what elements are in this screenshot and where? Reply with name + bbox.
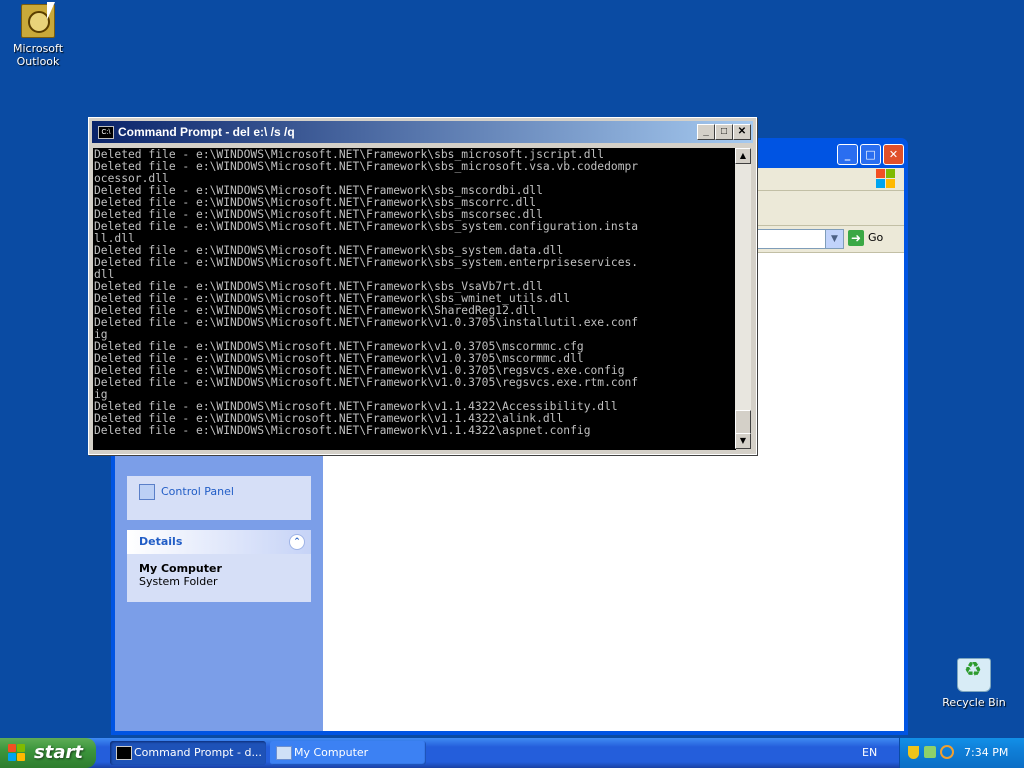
security-shield-icon[interactable]: [908, 746, 919, 759]
console-line: Deleted file - e:\WINDOWS\Microsoft.NET\…: [94, 424, 591, 437]
console-line: Deleted file - e:\WINDOWS\Microsoft.NET\…: [94, 376, 639, 389]
search-icon[interactable]: [940, 745, 954, 759]
recycle-bin-label: Recycle Bin: [942, 696, 1006, 709]
console-scrollbar[interactable]: ▲ ▼: [735, 148, 751, 449]
cmd-title: Command Prompt - del e:\ /s /q: [118, 125, 295, 139]
details-header-label: Details: [139, 535, 183, 548]
clock[interactable]: 7:34 PM: [964, 738, 1008, 768]
cmd-maximize-button[interactable]: □: [715, 124, 733, 140]
go-button[interactable]: ➜ Go: [848, 229, 898, 247]
control-panel-link[interactable]: Control Panel: [127, 476, 311, 506]
go-label: Go: [868, 231, 884, 244]
scroll-thumb[interactable]: [735, 410, 751, 434]
task-command-prompt[interactable]: Command Prompt - d...: [110, 741, 266, 765]
console-line: Deleted file - e:\WINDOWS\Microsoft.NET\…: [94, 256, 639, 269]
go-arrow-icon: ➜: [848, 230, 864, 246]
details-panel: Details ⌃ My Computer System Folder: [127, 530, 311, 602]
cmd-minimize-button[interactable]: _: [697, 124, 715, 140]
control-panel-icon: [139, 484, 155, 500]
outlook-label-line2: Outlook: [16, 55, 60, 68]
details-header[interactable]: Details ⌃: [127, 530, 311, 554]
language-indicator[interactable]: EN: [862, 738, 877, 768]
outlook-label-line1: Microsoft: [12, 42, 64, 55]
cmd-title-bar[interactable]: C:\ Command Prompt - del e:\ /s /q _ □ ✕: [92, 121, 753, 143]
cmd-close-button[interactable]: ✕: [733, 124, 751, 140]
console-line: Deleted file - e:\WINDOWS\Microsoft.NET\…: [94, 160, 639, 173]
chevron-down-icon[interactable]: ▼: [825, 229, 844, 249]
start-button[interactable]: start: [0, 738, 96, 768]
desktop-icon-outlook[interactable]: Microsoft Outlook: [0, 4, 78, 68]
recycle-bin-icon: [957, 658, 991, 692]
maximize-button[interactable]: □: [860, 144, 881, 165]
cmd-icon: C:\: [98, 126, 114, 139]
task-my-computer[interactable]: My Computer: [270, 741, 426, 765]
console-line: Deleted file - e:\WINDOWS\Microsoft.NET\…: [94, 316, 639, 329]
system-tray: 7:34 PM: [899, 738, 1024, 768]
windows-flag-icon: [8, 744, 26, 762]
control-panel-label: Control Panel: [161, 485, 234, 498]
taskbar: start Command Prompt - d... My Computer …: [0, 738, 1024, 768]
desktop-icon-recycle-bin[interactable]: Recycle Bin: [934, 658, 1014, 709]
windows-logo-icon: [876, 169, 896, 189]
close-button[interactable]: ✕: [883, 144, 904, 165]
minimize-button[interactable]: _: [837, 144, 858, 165]
mouse-cursor-icon: [47, 2, 55, 20]
chevron-up-icon[interactable]: ⌃: [289, 534, 305, 550]
task-my-computer-label: My Computer: [294, 746, 369, 759]
my-computer-small-icon: [276, 746, 292, 760]
scroll-up-icon[interactable]: ▲: [735, 148, 751, 164]
console-output[interactable]: Deleted file - e:\WINDOWS\Microsoft.NET\…: [93, 148, 736, 450]
details-title: My Computer: [139, 562, 222, 575]
console-line: Deleted file - e:\WINDOWS\Microsoft.NET\…: [94, 220, 639, 233]
task-command-prompt-label: Command Prompt - d...: [134, 746, 262, 759]
cmd-small-icon: [116, 746, 132, 760]
details-subtitle: System Folder: [139, 575, 218, 588]
command-prompt-window: C:\ Command Prompt - del e:\ /s /q _ □ ✕…: [88, 117, 757, 455]
scroll-down-icon[interactable]: ▼: [735, 433, 751, 449]
start-label: start: [34, 742, 83, 763]
other-places-panel: Control Panel: [127, 476, 311, 520]
network-icon[interactable]: [924, 746, 936, 758]
